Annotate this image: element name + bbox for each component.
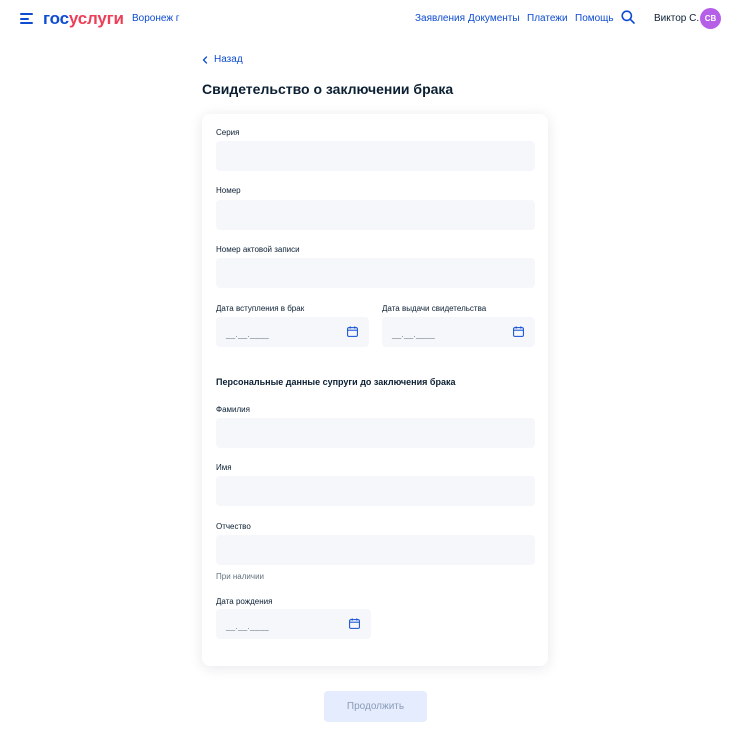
number-input[interactable]	[216, 200, 535, 230]
page-title: Свидетельство о заключении брака	[202, 81, 454, 97]
act-record-input[interactable]	[216, 258, 535, 288]
nav-documents[interactable]: Документы	[468, 13, 520, 24]
calendar-icon[interactable]	[347, 326, 358, 337]
issue-date-placeholder: __.__.____	[392, 330, 436, 339]
search-icon[interactable]	[621, 10, 635, 24]
number-label: Номер	[216, 186, 241, 195]
avatar[interactable]: СВ	[700, 8, 721, 29]
birth-date-label: Дата рождения	[216, 597, 273, 606]
nav-help[interactable]: Помощь	[575, 13, 614, 24]
form-card: Серия Номер Номер актовой записи Дата вс…	[202, 114, 548, 666]
marriage-date-placeholder: __.__.____	[226, 330, 270, 339]
menu-icon[interactable]	[20, 13, 33, 24]
issue-date-label: Дата выдачи свидетельства	[382, 304, 487, 313]
continue-button[interactable]: Продолжить	[324, 691, 427, 722]
name-label: Имя	[216, 463, 232, 472]
patronymic-input[interactable]	[216, 535, 535, 565]
marriage-date-input[interactable]: __.__.____	[216, 317, 369, 347]
gosuslugi-logo[interactable]: госуслуги	[43, 9, 124, 29]
back-link[interactable]: Назад	[202, 54, 243, 65]
header: госуслуги Воронеж г Заявления Документы …	[0, 0, 750, 38]
series-label: Серия	[216, 128, 240, 137]
act-record-label: Номер актовой записи	[216, 245, 300, 254]
marriage-date-label: Дата вступления в брак	[216, 304, 305, 313]
nav-payments[interactable]: Платежи	[527, 13, 568, 24]
nav-applications[interactable]: Заявления	[415, 13, 465, 24]
name-input[interactable]	[216, 476, 535, 506]
chevron-left-icon	[202, 55, 208, 64]
surname-input[interactable]	[216, 418, 535, 448]
patronymic-hint: При наличии	[216, 572, 264, 581]
birth-date-input[interactable]: __.__.____	[216, 609, 371, 639]
region-selector[interactable]: Воронеж г	[132, 13, 179, 24]
patronymic-label: Отчество	[216, 522, 251, 531]
calendar-icon[interactable]	[349, 618, 360, 629]
series-input[interactable]	[216, 141, 535, 171]
calendar-icon[interactable]	[513, 326, 524, 337]
back-label: Назад	[214, 54, 243, 65]
surname-label: Фамилия	[216, 405, 250, 414]
issue-date-input[interactable]: __.__.____	[382, 317, 535, 347]
user-name[interactable]: Виктор С.	[654, 13, 699, 24]
birth-date-placeholder: __.__.____	[226, 622, 270, 631]
section-title: Персональные данные супруги до заключени…	[216, 377, 456, 387]
